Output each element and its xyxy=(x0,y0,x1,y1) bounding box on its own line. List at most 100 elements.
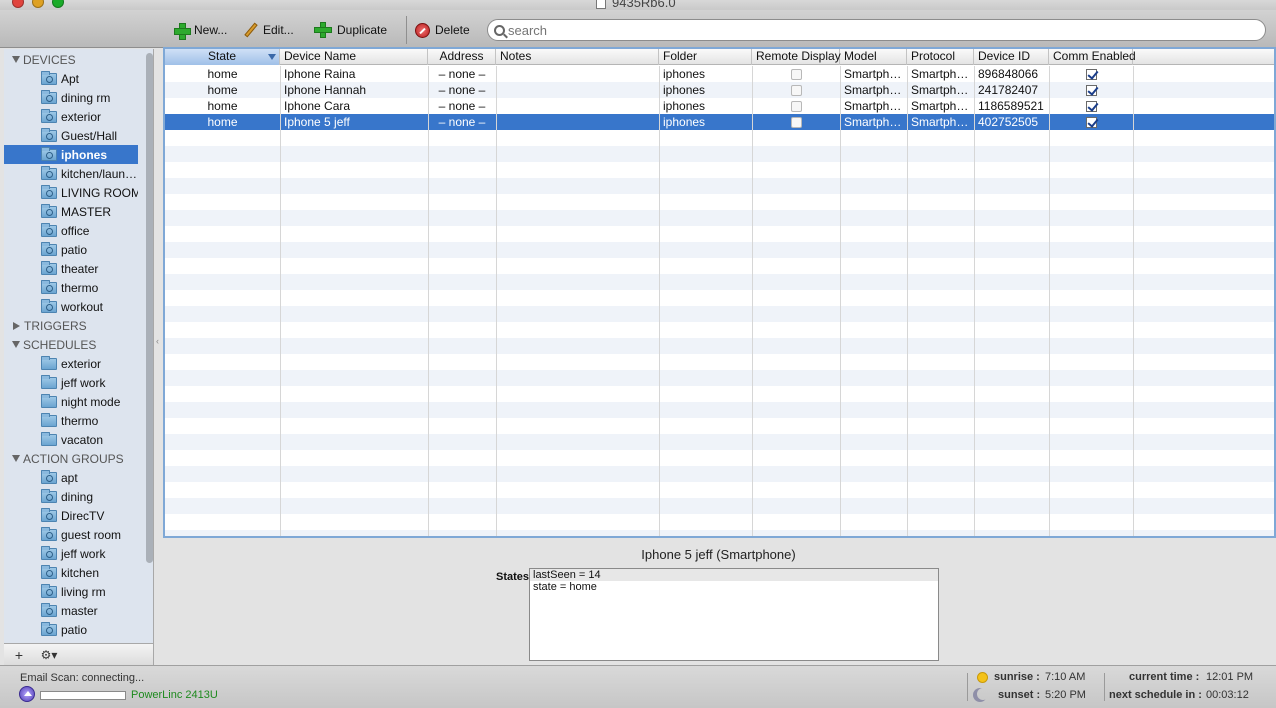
sidebar-item[interactable]: iphones xyxy=(4,145,138,164)
folder-icon xyxy=(41,127,57,142)
sidebar-item-label: Guest/Hall xyxy=(61,128,118,143)
edit-button-label: Edit... xyxy=(263,23,294,37)
delete-button[interactable]: Delete xyxy=(415,20,470,40)
sidebar-item[interactable]: thermo xyxy=(4,278,138,297)
sidebar-item-label: exterior xyxy=(61,356,102,371)
sidebar-group-triggers[interactable]: TRIGGERS xyxy=(4,316,153,335)
states-label: States: xyxy=(496,571,533,583)
sidebar-item[interactable]: DirecTV xyxy=(4,506,138,525)
state-row[interactable]: lastSeen = 14 xyxy=(530,569,938,581)
checkbox-icon[interactable] xyxy=(790,85,802,97)
sidebar-item-label: guest room xyxy=(61,527,122,542)
column-header-model[interactable]: Model xyxy=(840,49,907,65)
checkbox-checked-icon[interactable] xyxy=(1085,117,1097,129)
close-window-button[interactable] xyxy=(12,0,24,8)
split-view-handle[interactable]: ‹ xyxy=(156,336,159,346)
column-header-folder[interactable]: Folder xyxy=(659,49,752,65)
cell-remote-display[interactable] xyxy=(752,66,840,82)
column-header-comm-enabled[interactable]: Comm Enabled xyxy=(1049,49,1136,65)
states-list[interactable]: lastSeen = 14 state = home xyxy=(529,568,939,661)
sidebar-group-action-groups[interactable]: ACTION GROUPS xyxy=(4,449,153,468)
disclosure-open-icon xyxy=(12,455,20,462)
sidebar-item[interactable]: theater xyxy=(4,259,138,278)
pencil-icon xyxy=(243,22,258,38)
checkbox-checked-icon[interactable] xyxy=(1085,69,1097,81)
toolbar-separator xyxy=(406,16,407,44)
sidebar-item[interactable]: exterior xyxy=(4,354,138,373)
checkbox-icon[interactable] xyxy=(790,101,802,113)
disclosure-closed-icon xyxy=(13,321,20,330)
cell-notes xyxy=(496,82,659,98)
sidebar-item[interactable]: vacaton xyxy=(4,430,138,449)
checkbox-checked-icon[interactable] xyxy=(1085,85,1097,97)
column-header-device-id[interactable]: Device ID xyxy=(974,49,1049,65)
edit-button[interactable]: Edit... xyxy=(243,20,294,40)
cell-remote-display[interactable] xyxy=(752,98,840,114)
column-header-remote-display[interactable]: Remote Display xyxy=(752,49,841,65)
search-input[interactable] xyxy=(508,22,1248,38)
sidebar-item[interactable]: Guest/Hall xyxy=(4,126,138,145)
table-row[interactable]: home Iphone Cara – none – iphones Smartph… Sm… xyxy=(165,98,1274,114)
sidebar-item[interactable]: living rm xyxy=(4,582,138,601)
cell-comm-enabled[interactable] xyxy=(1049,114,1133,130)
search-field[interactable] xyxy=(487,19,1266,41)
sidebar-item[interactable]: jeff work xyxy=(4,544,138,563)
sidebar-item[interactable]: exterior xyxy=(4,107,138,126)
gear-menu-button[interactable]: ⚙▾ xyxy=(34,646,64,664)
sidebar-item[interactable]: LIVING ROOM xyxy=(4,183,138,202)
column-header-protocol[interactable]: Protocol xyxy=(907,49,974,65)
cell-remote-display[interactable] xyxy=(752,82,840,98)
sidebar-item[interactable]: apt xyxy=(4,468,138,487)
folder-icon xyxy=(41,203,57,218)
sidebar-item[interactable]: dining xyxy=(4,487,138,506)
cell-folder: iphones xyxy=(663,67,706,81)
sidebar-item[interactable]: patio xyxy=(4,240,138,259)
sidebar-item[interactable]: office xyxy=(4,221,138,240)
column-header-device-name[interactable]: Device Name xyxy=(280,49,428,65)
cell-comm-enabled[interactable] xyxy=(1049,66,1133,82)
table-row[interactable]: home Iphone Hannah – none – iphones Smartph…… xyxy=(165,82,1274,98)
column-header-notes[interactable]: Notes xyxy=(496,49,659,65)
sidebar-item[interactable]: night mode xyxy=(4,392,138,411)
sidebar-item[interactable]: kitchen/laun… xyxy=(4,164,138,183)
cell-comm-enabled[interactable] xyxy=(1049,98,1133,114)
table-row[interactable]: home Iphone 5 jeff – none – iphones Smartph…… xyxy=(165,114,1274,130)
sidebar-group-label: DEVICES xyxy=(23,52,76,67)
checkbox-icon[interactable] xyxy=(790,69,802,81)
checkbox-checked-icon[interactable] xyxy=(1085,101,1097,113)
sidebar-item[interactable]: guest room xyxy=(4,525,138,544)
sidebar-item[interactable]: master xyxy=(4,601,138,620)
sidebar-item[interactable]: patio xyxy=(4,620,138,639)
folder-icon xyxy=(41,89,57,104)
folder-icon xyxy=(41,146,57,161)
sidebar-item-label: DirecTV xyxy=(61,508,105,523)
column-header-state[interactable]: State xyxy=(165,49,280,65)
title-bar: 9435Rb6.0 xyxy=(0,0,1276,10)
minimize-window-button[interactable] xyxy=(32,0,44,8)
cell-remote-display[interactable] xyxy=(752,114,840,130)
sidebar-group-devices[interactable]: DEVICES xyxy=(4,50,153,69)
sidebar-group-schedules[interactable]: SCHEDULES xyxy=(4,335,153,354)
add-folder-button[interactable]: + xyxy=(10,646,28,664)
sidebar-item[interactable]: thermo xyxy=(4,411,138,430)
window-title-text: 9435Rb6.0 xyxy=(612,0,676,10)
sidebar-scrollbar[interactable] xyxy=(146,53,153,563)
sidebar-item[interactable]: kitchen xyxy=(4,563,138,582)
sidebar-item[interactable]: Apt xyxy=(4,69,138,88)
checkbox-icon[interactable] xyxy=(790,117,802,129)
duplicate-button[interactable]: Duplicate xyxy=(314,20,387,40)
zoom-window-button[interactable] xyxy=(52,0,64,8)
column-header-address[interactable]: Address xyxy=(428,49,496,65)
cell-protocol: Smartph… xyxy=(911,115,969,129)
sidebar-item[interactable]: jeff work xyxy=(4,373,138,392)
table-row[interactable]: home Iphone Raina – none – iphones Smartph… S… xyxy=(165,66,1274,82)
sidebar-item-label: dining rm xyxy=(61,90,111,105)
sunset-label: sunset : xyxy=(998,689,1041,701)
new-button[interactable]: New... xyxy=(174,20,227,40)
state-row[interactable]: state = home xyxy=(530,581,938,593)
sidebar-item[interactable]: MASTER xyxy=(4,202,138,221)
sidebar-item[interactable]: dining rm xyxy=(4,88,138,107)
cell-comm-enabled[interactable] xyxy=(1049,82,1133,98)
sidebar-item-label: vacaton xyxy=(61,432,104,447)
sidebar-item[interactable]: workout xyxy=(4,297,138,316)
